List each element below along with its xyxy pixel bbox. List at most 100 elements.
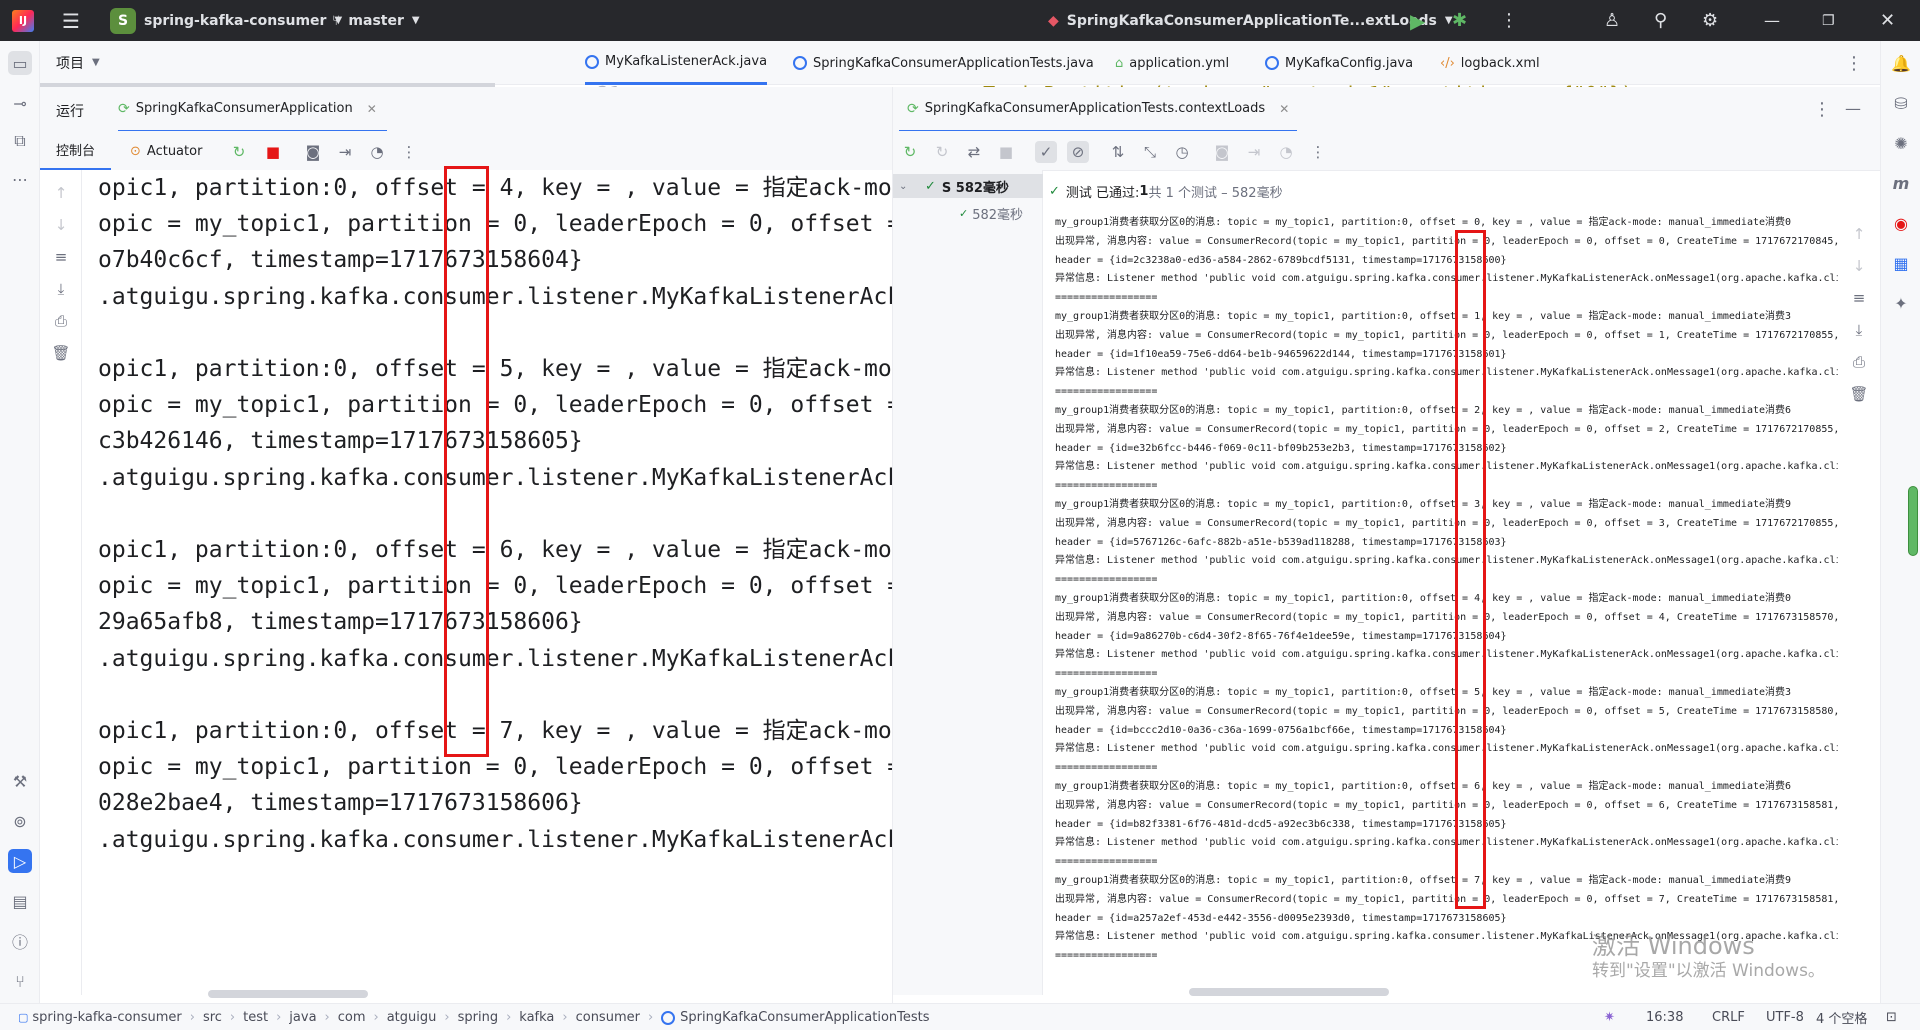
file-encoding[interactable]: UTF-8: [1766, 1004, 1804, 1031]
sort-alpha-icon[interactable]: ⇅: [1107, 141, 1129, 163]
test-tree-root[interactable]: ⌄ ✓ S 582毫秒: [893, 174, 1043, 198]
run-tab-tests[interactable]: ⟳ SpringKafkaConsumerApplicationTests.co…: [899, 87, 1298, 133]
project-folder-icon[interactable]: ▭: [8, 51, 32, 75]
up-arrow-icon[interactable]: ↑: [50, 182, 72, 204]
problems-icon[interactable]: ⓘ: [8, 929, 32, 953]
project-switcher[interactable]: S spring-kafka-consumer ▼: [110, 0, 342, 41]
screenshot-camera-icon[interactable]: ◙: [1211, 141, 1233, 163]
minimize-icon[interactable]: —: [1764, 0, 1780, 41]
project-panel-header[interactable]: 项目 ▼: [40, 41, 575, 85]
test-child-label: 582毫秒: [972, 208, 1024, 223]
soft-wrap-icon[interactable]: ≡: [50, 246, 72, 268]
ai-assistant-icon[interactable]: ✺: [1889, 131, 1913, 155]
export-icon[interactable]: ⇥: [1243, 141, 1265, 163]
scroll-to-end-icon[interactable]: ⤓: [1848, 319, 1870, 341]
breadcrumb-item[interactable]: kafka: [519, 1010, 554, 1025]
down-arrow-icon[interactable]: ↓: [1848, 255, 1870, 277]
tab-mykafkalisteneraack[interactable]: MyKafkaListenerAck.java: [585, 41, 768, 85]
sort-duration-icon[interactable]: ⤡: [1139, 141, 1161, 163]
more-icon[interactable]: ⋮: [398, 141, 420, 163]
restore-icon[interactable]: ❐: [1822, 0, 1835, 41]
show-passed-check-icon[interactable]: ✓: [1035, 141, 1057, 163]
run-window-icon[interactable]: ▷: [8, 849, 32, 873]
debug-icon[interactable]: ✱: [1452, 0, 1467, 41]
run-config-selector[interactable]: ◆ SpringKafkaConsumerApplicationTe...ext…: [1048, 0, 1453, 41]
readonly-lock-icon[interactable]: ⊡: [1886, 1004, 1897, 1031]
history-clock-icon[interactable]: ◷: [1171, 141, 1193, 163]
ide-logo-icon[interactable]: IJ: [12, 0, 34, 41]
add-user-icon[interactable]: ♙: [1604, 0, 1620, 41]
breadcrumb-item[interactable]: spring: [458, 1010, 498, 1025]
print-icon[interactable]: ⎙: [1848, 351, 1870, 373]
ai-status-icon[interactable]: ✷: [1604, 1004, 1615, 1031]
breadcrumb-item[interactable]: SpringKafkaConsumerApplicationTests: [680, 1010, 929, 1025]
tab-applicationtests[interactable]: SpringKafkaConsumerApplicationTests.java: [793, 41, 1094, 85]
scroll-to-end-icon[interactable]: ⤓: [50, 278, 72, 300]
soft-wrap-icon[interactable]: ≡: [1848, 287, 1870, 309]
tab-more-icon[interactable]: ⋮: [1845, 41, 1863, 85]
tab-mykafkaconfig[interactable]: MyKafkaConfig.java: [1265, 41, 1413, 85]
breadcrumb-item[interactable]: com: [338, 1010, 366, 1025]
breadcrumb-item[interactable]: atguigu: [387, 1010, 437, 1025]
indent-setting[interactable]: 4 个空格: [1816, 1004, 1867, 1031]
tab-application-yml[interactable]: ⌂ application.yml: [1115, 41, 1229, 85]
commit-icon[interactable]: ⊸: [8, 91, 32, 115]
breadcrumb-item[interactable]: test: [243, 1010, 268, 1025]
maven-icon[interactable]: m: [1889, 171, 1913, 195]
hide-panel-icon[interactable]: —: [1845, 99, 1861, 118]
breadcrumb-item[interactable]: consumer: [576, 1010, 640, 1025]
panel-options-icon[interactable]: ⋮: [1813, 99, 1831, 120]
structure-icon[interactable]: ⧉: [8, 129, 32, 153]
more-tools-icon[interactable]: ⋯: [8, 167, 32, 191]
profiler-icon[interactable]: ◔: [366, 141, 388, 163]
settings-gear-icon[interactable]: ⚙: [1702, 0, 1718, 41]
export-icon[interactable]: ⇥: [334, 141, 356, 163]
clear-trash-icon[interactable]: 🗑: [1848, 383, 1870, 405]
terminal-icon[interactable]: ▤: [8, 889, 32, 913]
test-output[interactable]: my_group1消费者获取分区0的消息: topic = my_topic1,…: [1043, 215, 1838, 990]
caret-position[interactable]: 16:38: [1646, 1004, 1683, 1031]
build-hammer-icon[interactable]: ⚒: [8, 769, 32, 793]
rerun-failed-icon[interactable]: ↻: [931, 141, 953, 163]
profiler-icon[interactable]: ◔: [1275, 141, 1297, 163]
tab-logback-xml[interactable]: ‹/› logback.xml: [1440, 41, 1540, 85]
print-icon[interactable]: ⎙: [50, 310, 72, 332]
notifications-bell-icon[interactable]: 🔔: [1889, 51, 1913, 75]
tab-console[interactable]: 控制台: [40, 131, 112, 171]
breadcrumb-item[interactable]: java: [289, 1010, 316, 1025]
down-arrow-icon[interactable]: ↓: [50, 214, 72, 236]
close-tab-icon[interactable]: ✕: [1279, 102, 1289, 116]
branch-switcher[interactable]: ⑂ master ▼: [332, 0, 420, 41]
rerun-icon[interactable]: ↻: [899, 141, 921, 163]
stop-icon[interactable]: ■: [262, 141, 284, 163]
rerun-icon[interactable]: ↻: [228, 141, 250, 163]
breadcrumb-item[interactable]: spring-kafka-consumer: [32, 1010, 181, 1025]
database-icon[interactable]: ⛁: [1889, 91, 1913, 115]
test-status-line: ✓ 测试 已通过: 1共 1 个测试 – 582毫秒: [1043, 171, 1838, 211]
services-icon[interactable]: ⊚: [8, 809, 32, 833]
run-tab-application[interactable]: ⟳ SpringKafkaConsumerApplication ✕: [118, 87, 387, 133]
more-icon[interactable]: ⋮: [1307, 141, 1329, 163]
main-menu-icon[interactable]: ☰: [62, 0, 80, 41]
toggle-auto-test-icon[interactable]: ⇄: [963, 141, 985, 163]
breadcrumb-item[interactable]: src: [203, 1010, 222, 1025]
screenshot-camera-icon[interactable]: ◙: [302, 141, 324, 163]
search-icon[interactable]: ⚲: [1654, 0, 1667, 41]
more-actions-icon[interactable]: ⋮: [1500, 0, 1518, 41]
test-tree-child[interactable]: ✓ 582毫秒: [959, 204, 1023, 223]
tab-actuator[interactable]: ⊙ Actuator: [130, 131, 202, 171]
up-arrow-icon[interactable]: ↑: [1848, 223, 1870, 245]
close-icon[interactable]: ✕: [1880, 0, 1895, 41]
close-tab-icon[interactable]: ✕: [367, 102, 377, 116]
console-hscroll[interactable]: [208, 990, 368, 998]
plugin-doc-icon[interactable]: ▦: [1889, 251, 1913, 275]
line-ending[interactable]: CRLF: [1712, 1004, 1745, 1031]
git-icon[interactable]: ⑂: [8, 969, 32, 993]
clear-trash-icon[interactable]: 🗑: [50, 342, 72, 364]
test-hscroll[interactable]: [1189, 988, 1389, 996]
stop-icon[interactable]: ■: [995, 141, 1017, 163]
plugin-misc-icon[interactable]: ✦: [1889, 291, 1913, 315]
show-ignored-icon[interactable]: ⊘: [1067, 141, 1089, 163]
run-icon[interactable]: ▶: [1410, 0, 1425, 41]
plugin-bird-icon[interactable]: ◉: [1889, 211, 1913, 235]
